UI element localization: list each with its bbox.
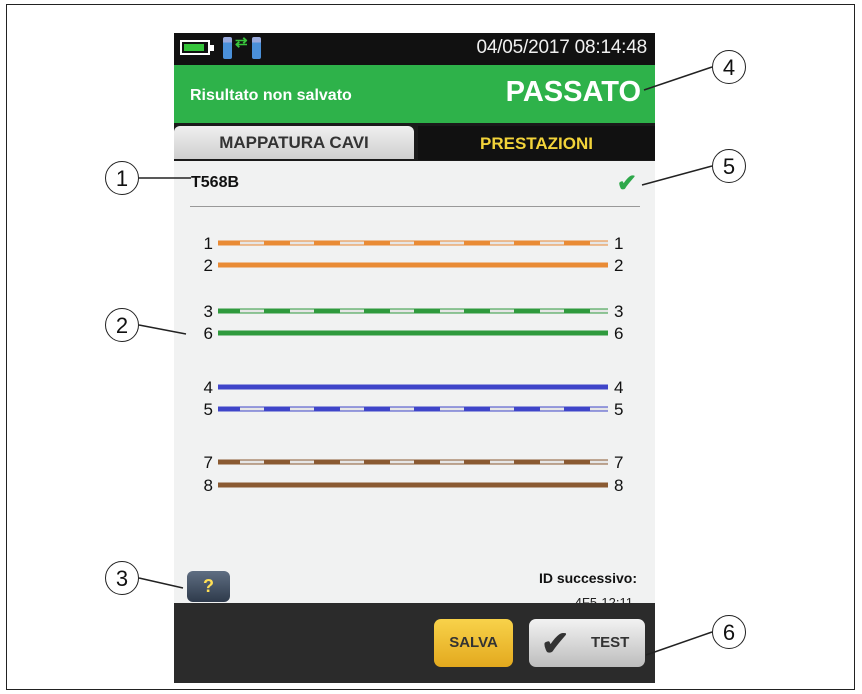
callout-6: 6 [712,615,746,649]
callout-5: 5 [712,149,746,183]
callout-2: 2 [105,308,139,342]
callout-3: 3 [105,561,139,595]
callout-1: 1 [105,161,139,195]
callout-4: 4 [712,50,746,84]
